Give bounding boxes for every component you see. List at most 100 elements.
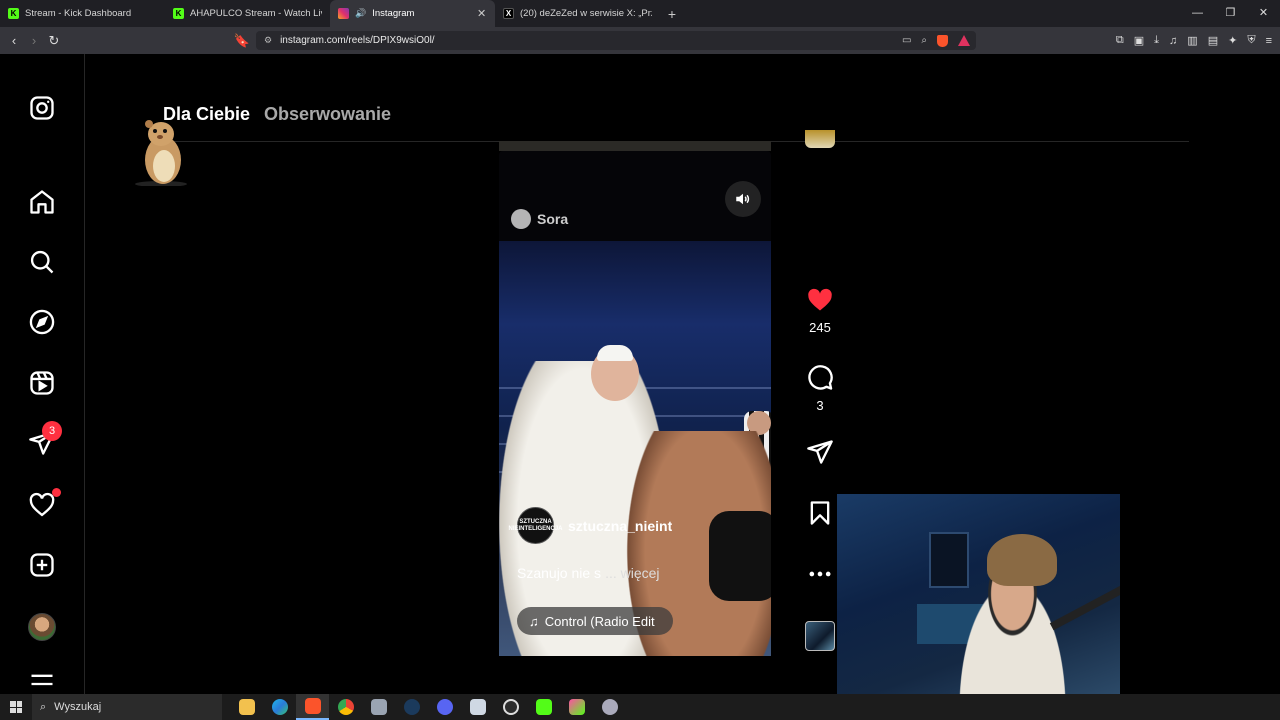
app-icon[interactable]	[362, 694, 395, 720]
previous-reel-edge	[499, 141, 771, 151]
taskbar-search[interactable]: ⌕ Wyszukaj	[32, 694, 222, 720]
tab-following[interactable]: Obserwowanie	[264, 104, 391, 125]
wallet-icon[interactable]: ▤	[1208, 34, 1218, 47]
create-post-icon[interactable]	[28, 551, 56, 579]
browser-tab-2[interactable]: K AHAPULCO Stream - Watch Live on K	[165, 0, 330, 27]
windows-logo-icon	[10, 701, 22, 713]
reels-icon[interactable]	[28, 369, 56, 397]
downloads-icon[interactable]: ⤓	[1154, 34, 1159, 47]
cast-icon[interactable]: ▭	[902, 35, 911, 46]
sora-logo-icon	[511, 209, 531, 229]
feed-tabs: Dla Ciebie Obserwowanie	[163, 104, 391, 125]
url-bar[interactable]: ⚙ instagram.com/reels/DPIX9wsiO0l/ ▭ ⌕	[256, 31, 976, 50]
zoom-icon[interactable]: ⌕	[921, 35, 927, 46]
extensions-icon[interactable]: ⧉	[1116, 34, 1124, 47]
restore-icon[interactable]: ❐	[1214, 0, 1247, 27]
notifications-heart-icon[interactable]	[28, 488, 61, 519]
like-count: 245	[809, 320, 831, 335]
tab-title: Stream - Kick Dashboard	[25, 8, 132, 19]
menu-icon[interactable]: ≡	[1266, 35, 1272, 47]
streaming-app-icon[interactable]	[560, 694, 593, 720]
heart-filled-icon[interactable]	[806, 286, 834, 314]
back-icon[interactable]: ‹	[4, 33, 24, 48]
reload-icon[interactable]: ↻	[44, 33, 64, 49]
brave-icon[interactable]	[296, 694, 329, 720]
bookmark-icon[interactable]: 🔖	[232, 33, 252, 49]
media-icon[interactable]: ♫	[1169, 35, 1177, 47]
author-username[interactable]: sztuczna_nieint	[568, 518, 672, 534]
caption-text: Szanujo nie s	[517, 565, 602, 581]
mute-toggle-button[interactable]	[725, 181, 761, 217]
obs-icon[interactable]	[494, 694, 527, 720]
messages-icon[interactable]: 3	[28, 421, 62, 457]
share-action[interactable]	[803, 438, 837, 466]
close-tab-icon[interactable]: ✕	[477, 7, 487, 20]
share-icon[interactable]	[806, 438, 834, 466]
vpn-icon[interactable]: ⛨	[1247, 34, 1255, 47]
notification-dot	[52, 488, 61, 497]
speaker-icon	[736, 193, 750, 205]
steam-icon[interactable]	[395, 694, 428, 720]
explore-icon[interactable]	[28, 308, 56, 336]
reel-caption[interactable]: Szanujo nie s ... więcej	[517, 565, 660, 581]
save-action[interactable]	[803, 499, 837, 527]
search-icon[interactable]	[28, 248, 56, 276]
comment-icon[interactable]	[806, 364, 834, 392]
app-icon-2[interactable]	[593, 694, 626, 720]
instagram-favicon-icon	[338, 8, 349, 19]
comment-action[interactable]: 3	[803, 364, 837, 413]
reel-video[interactable]: Sora SZTUCZNA NIEINTELIGENCJA sztuczna_n…	[499, 151, 771, 656]
tab-title: AHAPULCO Stream - Watch Live on K	[190, 8, 322, 19]
site-settings-icon[interactable]: ⚙	[264, 35, 272, 46]
discord-icon[interactable]	[428, 694, 461, 720]
edge-icon[interactable]	[263, 694, 296, 720]
home-icon[interactable]	[28, 188, 56, 216]
profile-avatar[interactable]	[28, 613, 56, 641]
notepad-icon[interactable]	[461, 694, 494, 720]
audio-source-thumbnail[interactable]	[805, 621, 835, 651]
sidebar-icon[interactable]: ▥	[1187, 34, 1197, 47]
screenshot-icon[interactable]: ▣	[1134, 34, 1144, 47]
tab-title: (20) deZeZed w serwisie X: „Przyje”b	[520, 8, 652, 19]
browser-tab-1[interactable]: K Stream - Kick Dashboard	[0, 0, 165, 27]
browser-tab-bar: K Stream - Kick Dashboard K AHAPULCO Str…	[0, 0, 1280, 27]
more-options[interactable]	[803, 560, 837, 588]
music-note-icon: ♫	[529, 613, 539, 629]
hamster-sticker-icon	[135, 120, 187, 186]
brave-rewards-icon[interactable]	[958, 35, 970, 46]
tab-title: Instagram	[372, 8, 415, 19]
kick-icon[interactable]	[527, 694, 560, 720]
comment-count: 3	[816, 398, 824, 413]
brave-shields-icon[interactable]	[937, 34, 948, 47]
search-icon: ⌕	[40, 700, 47, 713]
previous-reel-thumbnail[interactable]	[805, 130, 835, 148]
instagram-logo-icon[interactable]	[28, 94, 56, 122]
forward-icon[interactable]: ›	[24, 33, 44, 48]
browser-extension-icons: ⧉ ▣ ⤓ ♫ ▥ ▤ ✦ ⛨ ≡	[1116, 27, 1272, 54]
taskbar-apps	[230, 694, 626, 720]
audio-track-name: Control (Radio Edit	[544, 613, 655, 629]
bookmark-icon[interactable]	[806, 499, 834, 527]
like-action[interactable]: 245	[803, 286, 837, 335]
file-explorer-icon[interactable]	[230, 694, 263, 720]
close-window-icon[interactable]: ✕	[1247, 0, 1280, 27]
sora-watermark: Sora	[511, 209, 568, 229]
audio-playing-icon[interactable]: 🔊	[355, 8, 366, 19]
reel-author[interactable]: SZTUCZNA NIEINTELIGENCJA sztuczna_nieint	[509, 507, 672, 544]
author-avatar[interactable]: SZTUCZNA NIEINTELIGENCJA	[509, 507, 563, 544]
start-button[interactable]	[0, 694, 32, 720]
chrome-icon[interactable]	[329, 694, 362, 720]
minimize-icon[interactable]: —	[1181, 0, 1214, 27]
browser-tab-4[interactable]: X (20) deZeZed w serwisie X: „Przyje”b	[495, 0, 660, 27]
windows-taskbar: ⌕ Wyszukaj	[0, 694, 1280, 720]
url-text[interactable]: instagram.com/reels/DPIX9wsiO0l/	[280, 35, 435, 46]
video-frame	[499, 241, 771, 656]
leo-ai-icon[interactable]: ✦	[1228, 34, 1237, 47]
url-bar-actions: ▭ ⌕	[902, 34, 970, 47]
taskbar-search-label: Wyszukaj	[54, 701, 102, 713]
audio-track-pill[interactable]: ♫ Control (Radio Edit	[517, 607, 673, 635]
caption-more-link[interactable]: ... więcej	[605, 565, 659, 581]
more-options-icon[interactable]	[806, 560, 834, 588]
browser-tab-3[interactable]: 🔊 Instagram ✕	[330, 0, 495, 27]
new-tab-button[interactable]: +	[660, 6, 684, 22]
